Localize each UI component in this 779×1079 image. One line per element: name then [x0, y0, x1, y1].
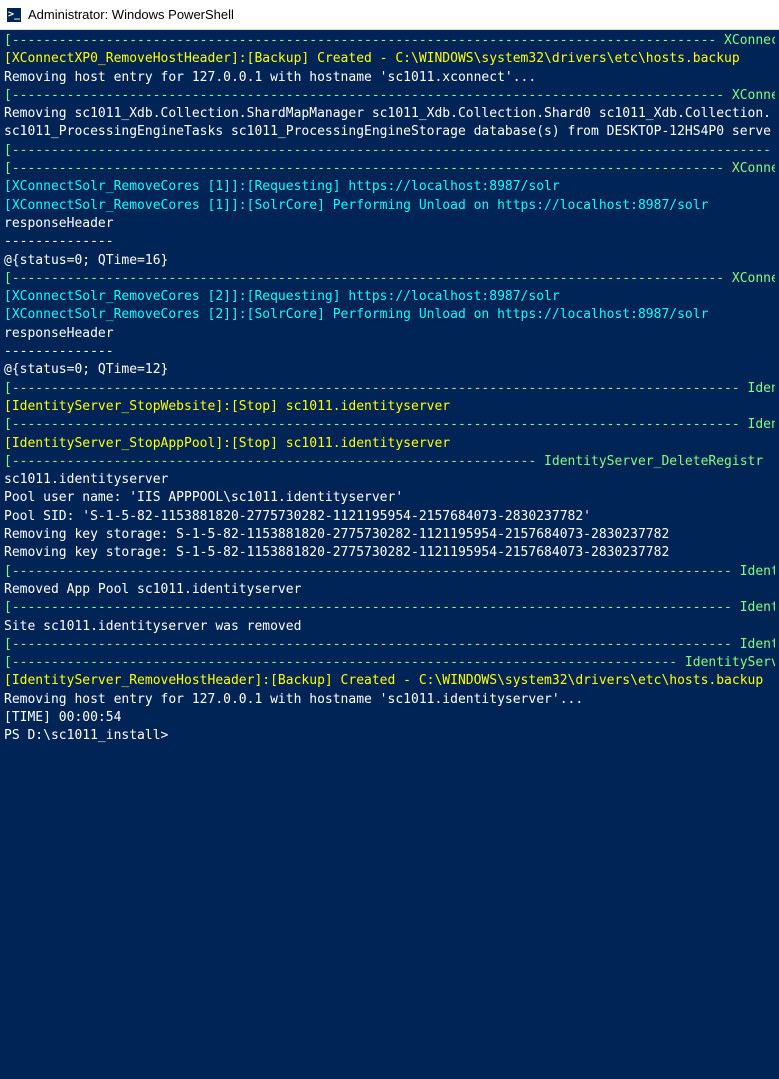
terminal-line: [IdentityServer_StopAppPool]:[Stop] sc10…: [4, 435, 775, 453]
powershell-icon: >_: [6, 7, 22, 23]
terminal-line: Removed App Pool sc1011.identityserver: [4, 581, 775, 599]
terminal-line: [---------------------------------------…: [4, 654, 775, 672]
terminal-output[interactable]: [---------------------------------------…: [0, 30, 779, 1079]
terminal-line: [---------------------------------------…: [4, 270, 775, 288]
terminal-line: [---------------------------------------…: [4, 453, 775, 471]
terminal-line: [---------------------------------------…: [4, 380, 775, 398]
terminal-line: Removing key storage: S-1-5-82-115388182…: [4, 526, 775, 544]
terminal-line: sc1011_ProcessingEngineTasks sc1011_Proc…: [4, 123, 775, 141]
terminal-line: responseHeader: [4, 325, 775, 343]
terminal-line: [XConnectXP0_RemoveHostHeader]:[Backup] …: [4, 50, 775, 68]
prompt-line[interactable]: PS D:\sc1011_install>: [4, 727, 775, 745]
terminal-line: [---------------------------------------…: [4, 636, 775, 654]
terminal-line: [XConnectSolr_RemoveCores [2]]:[SolrCore…: [4, 306, 775, 324]
terminal-line: [IdentityServer_RemoveHostHeader]:[Backu…: [4, 672, 775, 690]
terminal-line: [---------------------------------------…: [4, 160, 775, 178]
terminal-line: responseHeader: [4, 215, 775, 233]
terminal-line: [---------------------------------------…: [4, 32, 775, 50]
terminal-line: [---------------------------------------…: [4, 416, 775, 434]
cursor-icon: [168, 729, 176, 743]
terminal-line: Pool SID: 'S-1-5-82-1153881820-277573028…: [4, 508, 775, 526]
terminal-line: Removing host entry for 127.0.0.1 with h…: [4, 69, 775, 87]
terminal-line: [XConnectSolr_RemoveCores [2]]:[Requesti…: [4, 288, 775, 306]
terminal-line: sc1011.identityserver: [4, 471, 775, 489]
terminal-line: [---------------------------------------…: [4, 142, 775, 160]
terminal-line: Site sc1011.identityserver was removed: [4, 618, 775, 636]
terminal-line: [---------------------------------------…: [4, 87, 775, 105]
terminal-line: [XConnectSolr_RemoveCores [1]]:[Requesti…: [4, 178, 775, 196]
terminal-line: [IdentityServer_StopWebsite]:[Stop] sc10…: [4, 398, 775, 416]
terminal-line: Removing host entry for 127.0.0.1 with h…: [4, 691, 775, 709]
window-title: Administrator: Windows PowerShell: [28, 7, 234, 22]
terminal-line: @{status=0; QTime=16}: [4, 252, 775, 270]
window-titlebar[interactable]: >_ Administrator: Windows PowerShell: [0, 0, 779, 30]
terminal-line: [TIME] 00:00:54: [4, 709, 775, 727]
terminal-line: Removing key storage: S-1-5-82-115388182…: [4, 544, 775, 562]
terminal-line: Removing sc1011_Xdb.Collection.ShardMapM…: [4, 105, 775, 123]
terminal-line: --------------: [4, 233, 775, 251]
terminal-line: @{status=0; QTime=12}: [4, 361, 775, 379]
terminal-line: --------------: [4, 343, 775, 361]
terminal-line: [---------------------------------------…: [4, 563, 775, 581]
prompt-text: PS D:\sc1011_install>: [4, 728, 168, 743]
terminal-line: [XConnectSolr_RemoveCores [1]]:[SolrCore…: [4, 197, 775, 215]
terminal-line: [---------------------------------------…: [4, 599, 775, 617]
terminal-line: Pool user name: 'IIS APPPOOL\sc1011.iden…: [4, 489, 775, 507]
